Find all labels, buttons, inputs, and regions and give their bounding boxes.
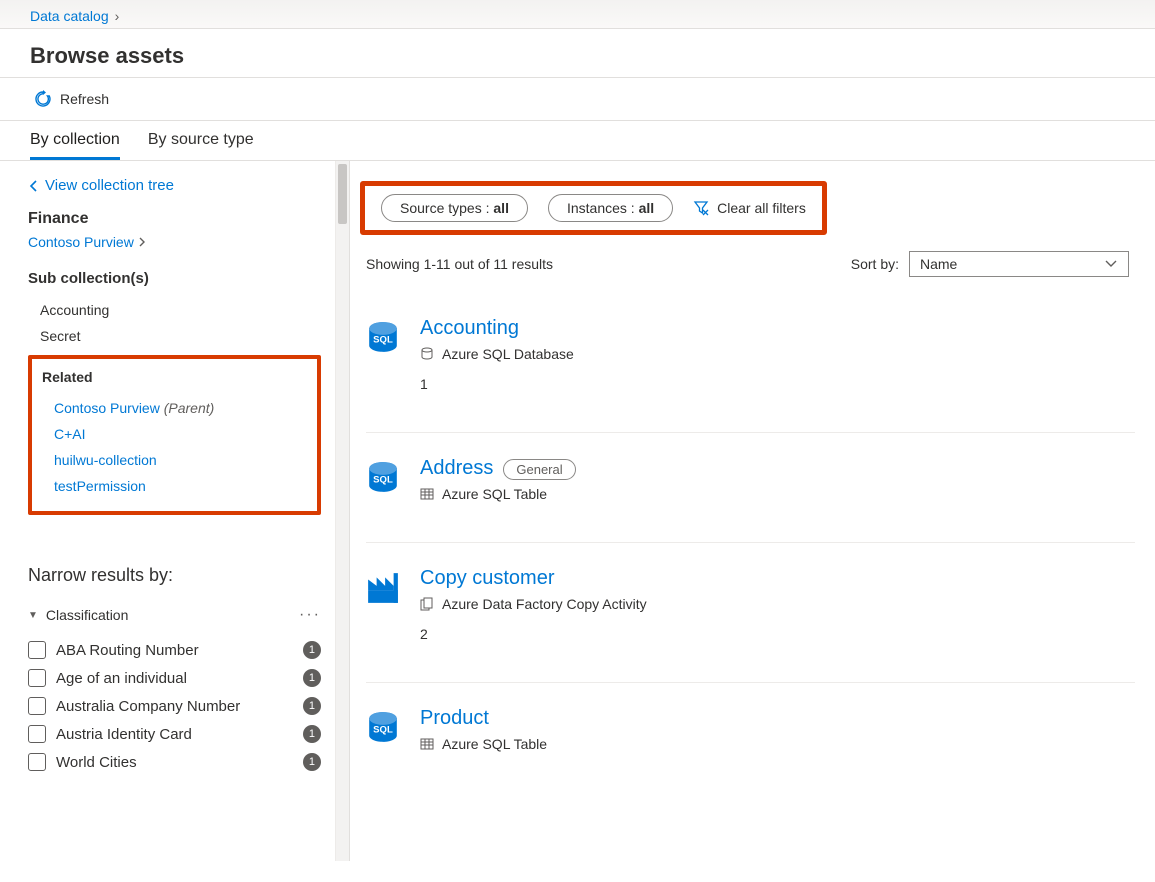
result-item: Address General Azure SQL Table (366, 433, 1135, 543)
facet-label: ABA Routing Number (56, 642, 199, 659)
table-icon (420, 737, 434, 751)
related-link[interactable]: C+AI (54, 426, 86, 442)
facet-name: Classification (46, 607, 128, 623)
sub-collection-item[interactable]: Secret (28, 323, 321, 349)
results-list: Accounting Azure SQL Database 1 Address G… (360, 283, 1155, 792)
copy-icon (420, 597, 434, 611)
tabs: By collection By source type (0, 121, 1155, 161)
sql-icon (366, 711, 400, 745)
filter-source-types-value: all (493, 200, 509, 216)
filter-source-types[interactable]: Source types : all (381, 194, 528, 222)
facet-count-badge: 1 (303, 669, 321, 687)
result-title-link[interactable]: Copy customer (420, 567, 555, 590)
result-extra: 1 (420, 376, 1135, 392)
tab-by-source-type[interactable]: By source type (148, 121, 254, 160)
sub-collection-item[interactable]: Accounting (28, 297, 321, 323)
facet-label: World Cities (56, 754, 137, 771)
related-link[interactable]: testPermission (54, 478, 146, 494)
breadcrumb: Data catalog › (30, 8, 1125, 24)
chevron-down-icon (1104, 257, 1118, 271)
tab-by-collection[interactable]: By collection (30, 121, 120, 160)
facet-count-badge: 1 (303, 697, 321, 715)
result-type-label: Azure SQL Table (442, 486, 547, 502)
checkbox[interactable] (28, 697, 46, 715)
refresh-label: Refresh (60, 91, 109, 107)
breadcrumb-root[interactable]: Data catalog (30, 8, 109, 24)
related-item[interactable]: testPermission (42, 473, 307, 499)
chevron-right-icon: › (115, 8, 120, 24)
related-section-highlight: Related Contoso Purview (Parent) C+AI huil… (28, 355, 321, 515)
related-suffix: (Parent) (160, 400, 214, 416)
filter-instances-label: Instances : (567, 200, 635, 216)
result-extra: 2 (420, 626, 1135, 642)
scrollbar[interactable] (335, 161, 349, 861)
result-type-label: Azure SQL Table (442, 736, 547, 752)
filter-source-types-label: Source types : (400, 200, 490, 216)
triangle-down-icon: ▼ (28, 610, 38, 621)
result-item: Accounting Azure SQL Database 1 (366, 293, 1135, 433)
refresh-icon (34, 90, 52, 108)
main-panel: Source types : all Instances : all Clear… (350, 161, 1155, 861)
result-type-label: Azure Data Factory Copy Activity (442, 596, 647, 612)
clear-all-filters-button[interactable]: Clear all filters (693, 200, 806, 216)
result-type-label: Azure SQL Database (442, 346, 574, 362)
sort-by-label: Sort by: (851, 256, 899, 272)
related-item[interactable]: Contoso Purview (Parent) (42, 395, 307, 421)
facet-label: Australia Company Number (56, 698, 240, 715)
result-title-link[interactable]: Accounting (420, 317, 519, 340)
factory-icon (366, 571, 400, 605)
result-title-link[interactable]: Address (420, 457, 493, 480)
refresh-button[interactable]: Refresh (30, 84, 113, 114)
related-item[interactable]: huilwu-collection (42, 447, 307, 473)
db-icon (420, 347, 434, 361)
checkbox[interactable] (28, 753, 46, 771)
sql-icon (366, 321, 400, 355)
checkbox[interactable] (28, 641, 46, 659)
filter-clear-icon (693, 200, 709, 216)
facet-item[interactable]: World Cities 1 (28, 748, 321, 776)
facet-classification-header[interactable]: ▼ Classification ··· (28, 602, 321, 628)
chevron-right-icon (138, 236, 146, 248)
facet-count-badge: 1 (303, 641, 321, 659)
facet-more-button[interactable]: ··· (299, 606, 321, 624)
table-icon (420, 487, 434, 501)
result-item: Product Azure SQL Table (366, 683, 1135, 792)
checkbox[interactable] (28, 669, 46, 687)
facet-label: Austria Identity Card (56, 726, 192, 743)
collection-name: Finance (28, 210, 321, 228)
related-link[interactable]: huilwu-collection (54, 452, 157, 468)
view-tree-label: View collection tree (45, 177, 174, 194)
parent-collection-link[interactable]: Contoso Purview (28, 234, 134, 250)
result-item: Copy customer Azure Data Factory Copy Ac… (366, 543, 1135, 683)
classification-badge: General (503, 459, 575, 480)
sort-by-select[interactable]: Name (909, 251, 1129, 277)
related-link[interactable]: Contoso Purview (54, 400, 160, 416)
view-collection-tree-link[interactable]: View collection tree (28, 177, 321, 194)
facet-item[interactable]: Austria Identity Card 1 (28, 720, 321, 748)
related-item[interactable]: C+AI (42, 421, 307, 447)
page-title: Browse assets (30, 43, 1125, 69)
facet-item[interactable]: ABA Routing Number 1 (28, 636, 321, 664)
clear-filters-label: Clear all filters (717, 200, 806, 216)
narrow-results-heading: Narrow results by: (28, 565, 321, 586)
filter-instances[interactable]: Instances : all (548, 194, 673, 222)
filter-instances-value: all (639, 200, 655, 216)
facet-count-badge: 1 (303, 725, 321, 743)
facet-count-badge: 1 (303, 753, 321, 771)
checkbox[interactable] (28, 725, 46, 743)
results-count: Showing 1-11 out of 11 results (366, 256, 553, 272)
facet-item[interactable]: Australia Company Number 1 (28, 692, 321, 720)
result-title-link[interactable]: Product (420, 707, 489, 730)
sort-value: Name (920, 256, 957, 272)
sidebar: View collection tree Finance Contoso Pur… (0, 161, 350, 861)
facet-item[interactable]: Age of an individual 1 (28, 664, 321, 692)
facet-label: Age of an individual (56, 670, 187, 687)
sql-icon (366, 461, 400, 495)
chevron-left-icon (28, 179, 39, 193)
related-heading: Related (42, 369, 307, 385)
filters-bar-highlight: Source types : all Instances : all Clear… (360, 181, 827, 235)
sub-collections-heading: Sub collection(s) (28, 270, 321, 287)
